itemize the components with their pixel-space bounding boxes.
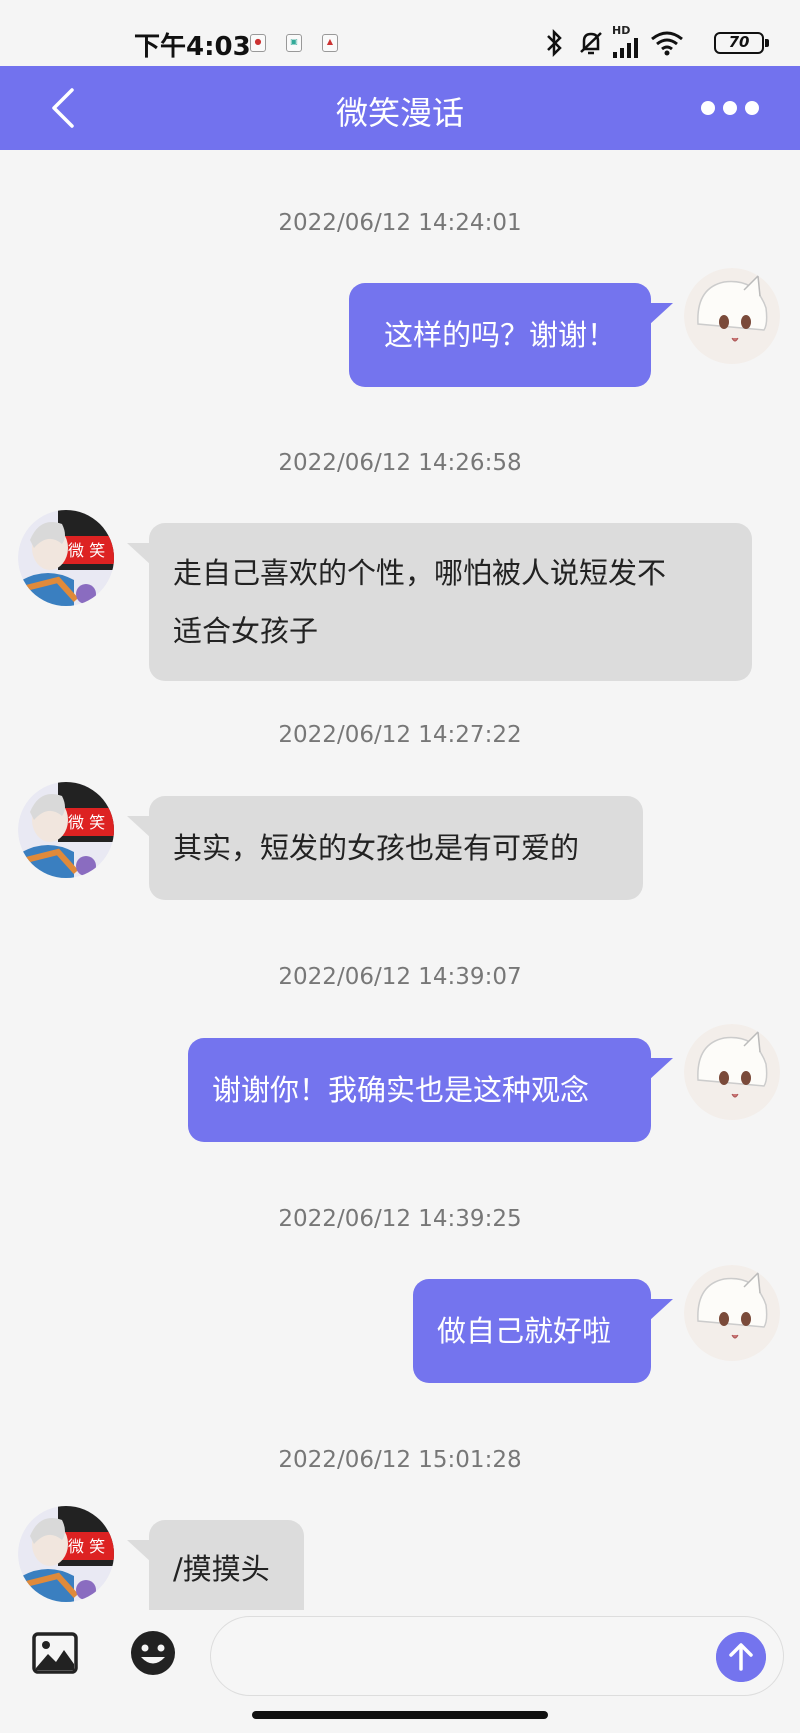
contact-avatar[interactable]: 微 笑 [18,510,114,606]
message-timestamp: 2022/06/12 14:26:58 [278,450,522,476]
app-notification-icon: ▣ [286,34,302,52]
message-timestamp: 2022/06/12 14:39:25 [278,1206,522,1232]
bluetooth-icon [547,28,562,58]
signal-icon [613,38,638,58]
self-avatar[interactable] [684,1265,780,1361]
svg-text:微 笑: 微 笑 [68,1537,105,1556]
outgoing-message-bubble[interactable]: 这样的吗？谢谢！ [349,283,673,387]
message-text-line: 适合女孩子 [173,614,319,648]
incoming-message-bubble[interactable]: /摸摸头 [127,1520,304,1610]
incoming-message-bubble[interactable]: 其实，短发的女孩也是有可爱的 [127,796,643,900]
network-badge: HD [612,24,631,37]
message-input[interactable] [210,1616,784,1696]
wifi-icon [651,31,683,56]
message-text: 谢谢你！我确实也是这种观念 [212,1073,590,1107]
chat-header: 微笑漫话 [0,66,800,150]
app-notification-icon: ▲ [322,34,338,52]
message-text: 做自己就好啦 [437,1314,612,1348]
message-text: 其实，短发的女孩也是有可爱的 [173,831,580,865]
page-title: 微笑漫话 [335,94,464,132]
more-dots-icon[interactable] [700,98,760,118]
home-indicator[interactable] [252,1711,548,1719]
self-avatar[interactable] [684,268,780,364]
app-notification-icon: ● [250,34,266,52]
message-text: 这样的吗？谢谢！ [383,318,616,352]
status-bar: 下午4:03 ● ▣ ▲ HD 70 [0,0,800,66]
incoming-message-bubble[interactable]: 走自己喜欢的个性，哪怕被人说短发不 适合女孩子 [127,523,752,681]
contact-avatar[interactable]: 微 笑 [18,1506,114,1602]
outgoing-message-bubble[interactable]: 谢谢你！我确实也是这种观念 [188,1038,673,1142]
message-timestamp: 2022/06/12 14:39:07 [278,964,522,990]
status-time: 下午4:03 [134,32,251,62]
outgoing-message-bubble[interactable]: 做自己就好啦 [413,1279,673,1383]
emoji-icon[interactable] [130,1630,176,1676]
message-timestamp: 2022/06/12 15:01:28 [278,1447,522,1473]
message-timestamp: 2022/06/12 14:27:22 [278,722,522,748]
message-timestamp: 2022/06/12 14:24:01 [278,210,522,236]
message-text: /摸摸头 [173,1552,270,1586]
self-avatar[interactable] [684,1024,780,1120]
image-icon[interactable] [32,1632,78,1674]
message-text-line: 走自己喜欢的个性，哪怕被人说短发不 [173,556,667,590]
chat-message-list[interactable]: 2022/06/12 14:24:01 这样的吗？谢谢！ 2022/06/12 … [0,150,800,1610]
battery-icon: 70 [714,32,769,54]
mute-bell-icon [580,32,602,55]
status-icons: HD 70 [544,24,769,60]
svg-text:微 笑: 微 笑 [68,813,105,832]
send-arrow-icon[interactable] [716,1632,766,1682]
svg-text:微 笑: 微 笑 [68,541,105,560]
contact-avatar[interactable]: 微 笑 [18,782,114,878]
